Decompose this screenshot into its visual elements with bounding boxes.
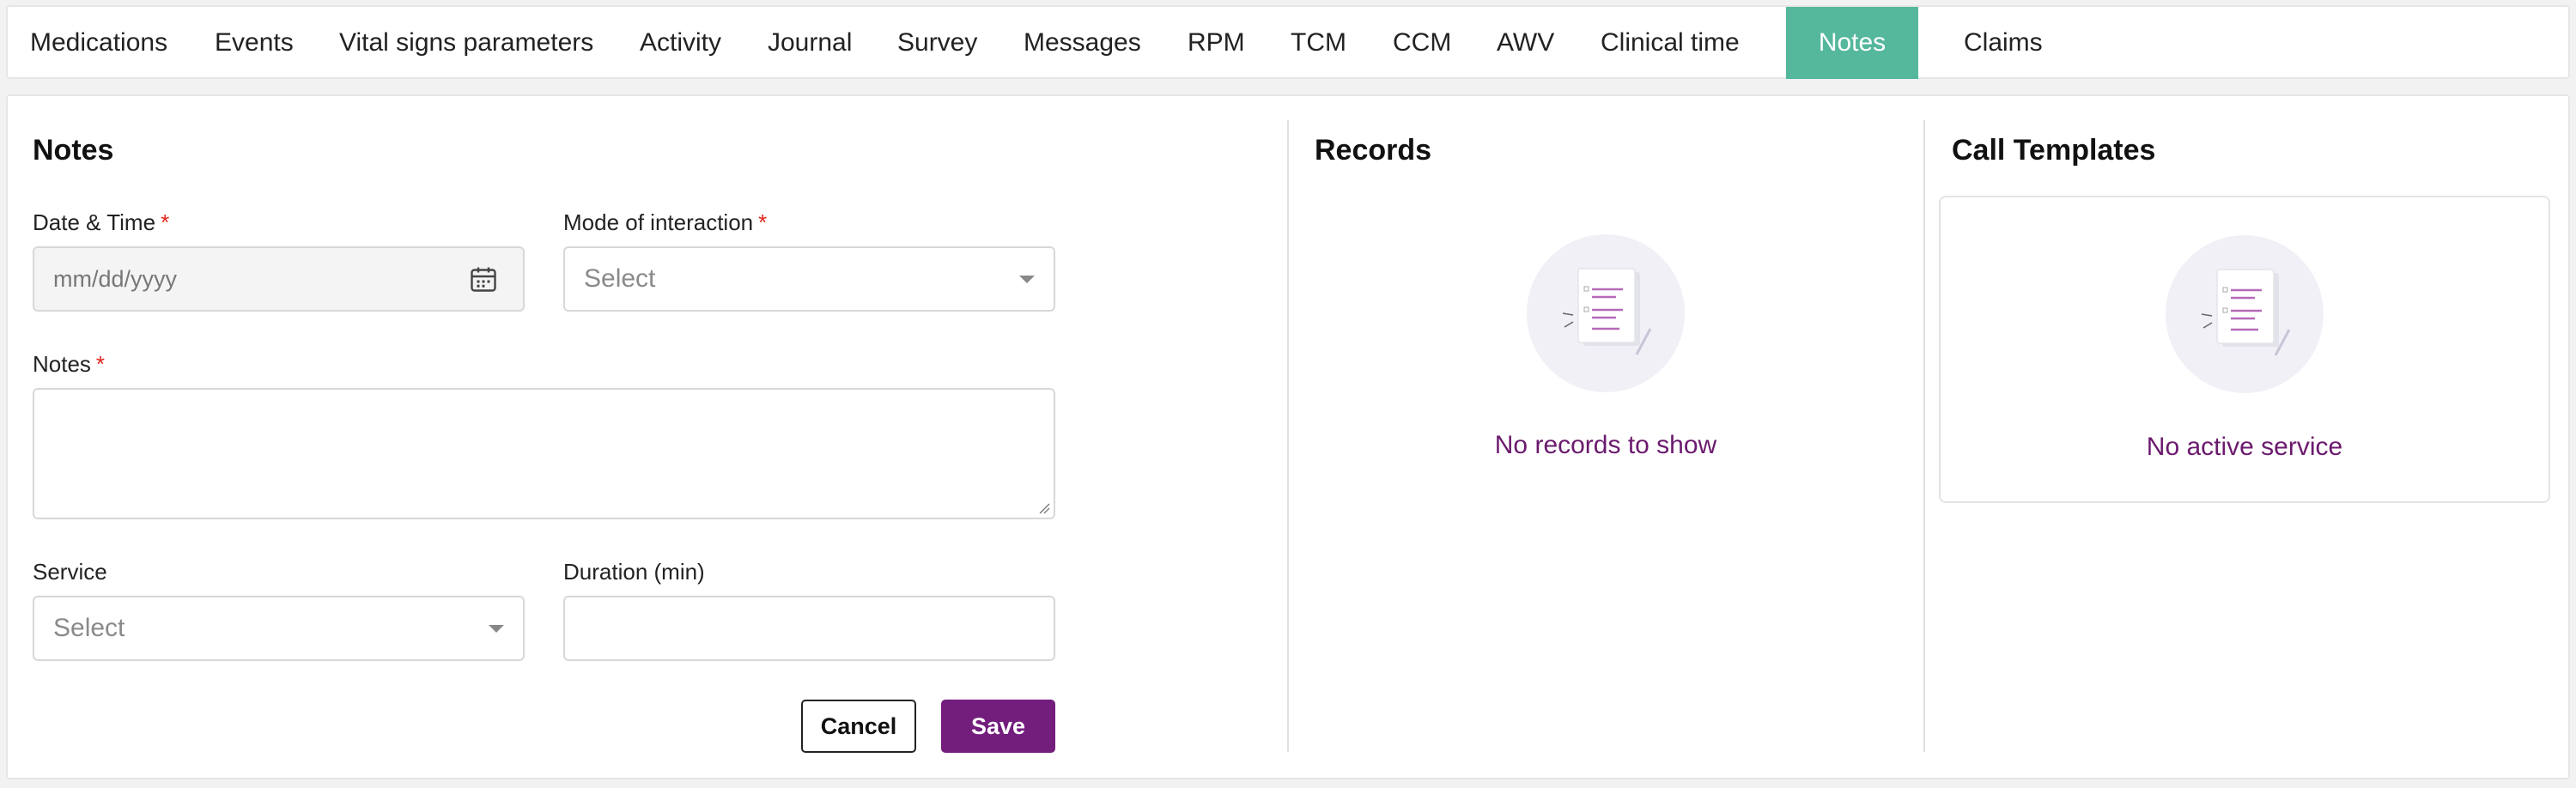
date-input[interactable]: mm/dd/yyyy	[33, 246, 525, 312]
empty-templates-illustration	[2166, 235, 2324, 393]
templates-empty-text: No active service	[2146, 433, 2343, 461]
duration-input[interactable]	[563, 596, 1055, 661]
tab-notes[interactable]: Notes	[1786, 7, 1918, 79]
duration-label: Duration (min)	[563, 559, 705, 585]
mode-of-interaction-select[interactable]: Select	[563, 246, 1055, 312]
notes-textarea[interactable]	[33, 388, 1055, 519]
calendar-icon[interactable]	[468, 264, 499, 294]
tab-clinical-time[interactable]: Clinical time	[1601, 7, 1740, 79]
tab-tcm[interactable]: TCM	[1291, 7, 1346, 79]
tab-events[interactable]: Events	[215, 7, 294, 79]
empty-records-illustration	[1527, 234, 1685, 392]
date-placeholder: mm/dd/yyyy	[53, 266, 178, 292]
column-divider	[1287, 120, 1289, 752]
records-section-title: Records	[1315, 134, 1432, 167]
save-button[interactable]: Save	[941, 700, 1055, 753]
notes-label: Notes *	[33, 351, 106, 377]
service-select[interactable]: Select	[33, 596, 525, 661]
service-select-value: Select	[53, 614, 125, 642]
tab-messages[interactable]: Messages	[1024, 7, 1141, 79]
tab-rpm[interactable]: RPM	[1188, 7, 1245, 79]
tab-claims[interactable]: Claims	[1964, 7, 2043, 79]
tab-survey[interactable]: Survey	[897, 7, 977, 79]
chevron-down-icon	[1019, 276, 1035, 283]
column-divider	[1923, 120, 1925, 752]
resize-grip-icon[interactable]	[1038, 502, 1050, 514]
tab-ccm[interactable]: CCM	[1393, 7, 1451, 79]
tab-awv[interactable]: AWV	[1497, 7, 1554, 79]
call-templates-section-title: Call Templates	[1952, 134, 2156, 167]
chevron-down-icon	[489, 625, 504, 633]
date-time-label: Date & Time *	[33, 209, 170, 235]
mode-of-interaction-label: Mode of interaction *	[563, 209, 768, 235]
tab-activity[interactable]: Activity	[640, 7, 721, 79]
tab-vital-signs-parameters[interactable]: Vital signs parameters	[339, 7, 593, 79]
tab-medications[interactable]: Medications	[30, 7, 167, 79]
notes-section-title: Notes	[33, 134, 114, 167]
mode-select-value: Select	[584, 264, 656, 293]
tab-journal[interactable]: Journal	[768, 7, 852, 79]
service-label: Service	[33, 559, 107, 585]
records-empty-text: No records to show	[1494, 431, 1717, 459]
cancel-button[interactable]: Cancel	[801, 700, 916, 753]
tab-bar: Medications Events Vital signs parameter…	[6, 5, 2570, 79]
